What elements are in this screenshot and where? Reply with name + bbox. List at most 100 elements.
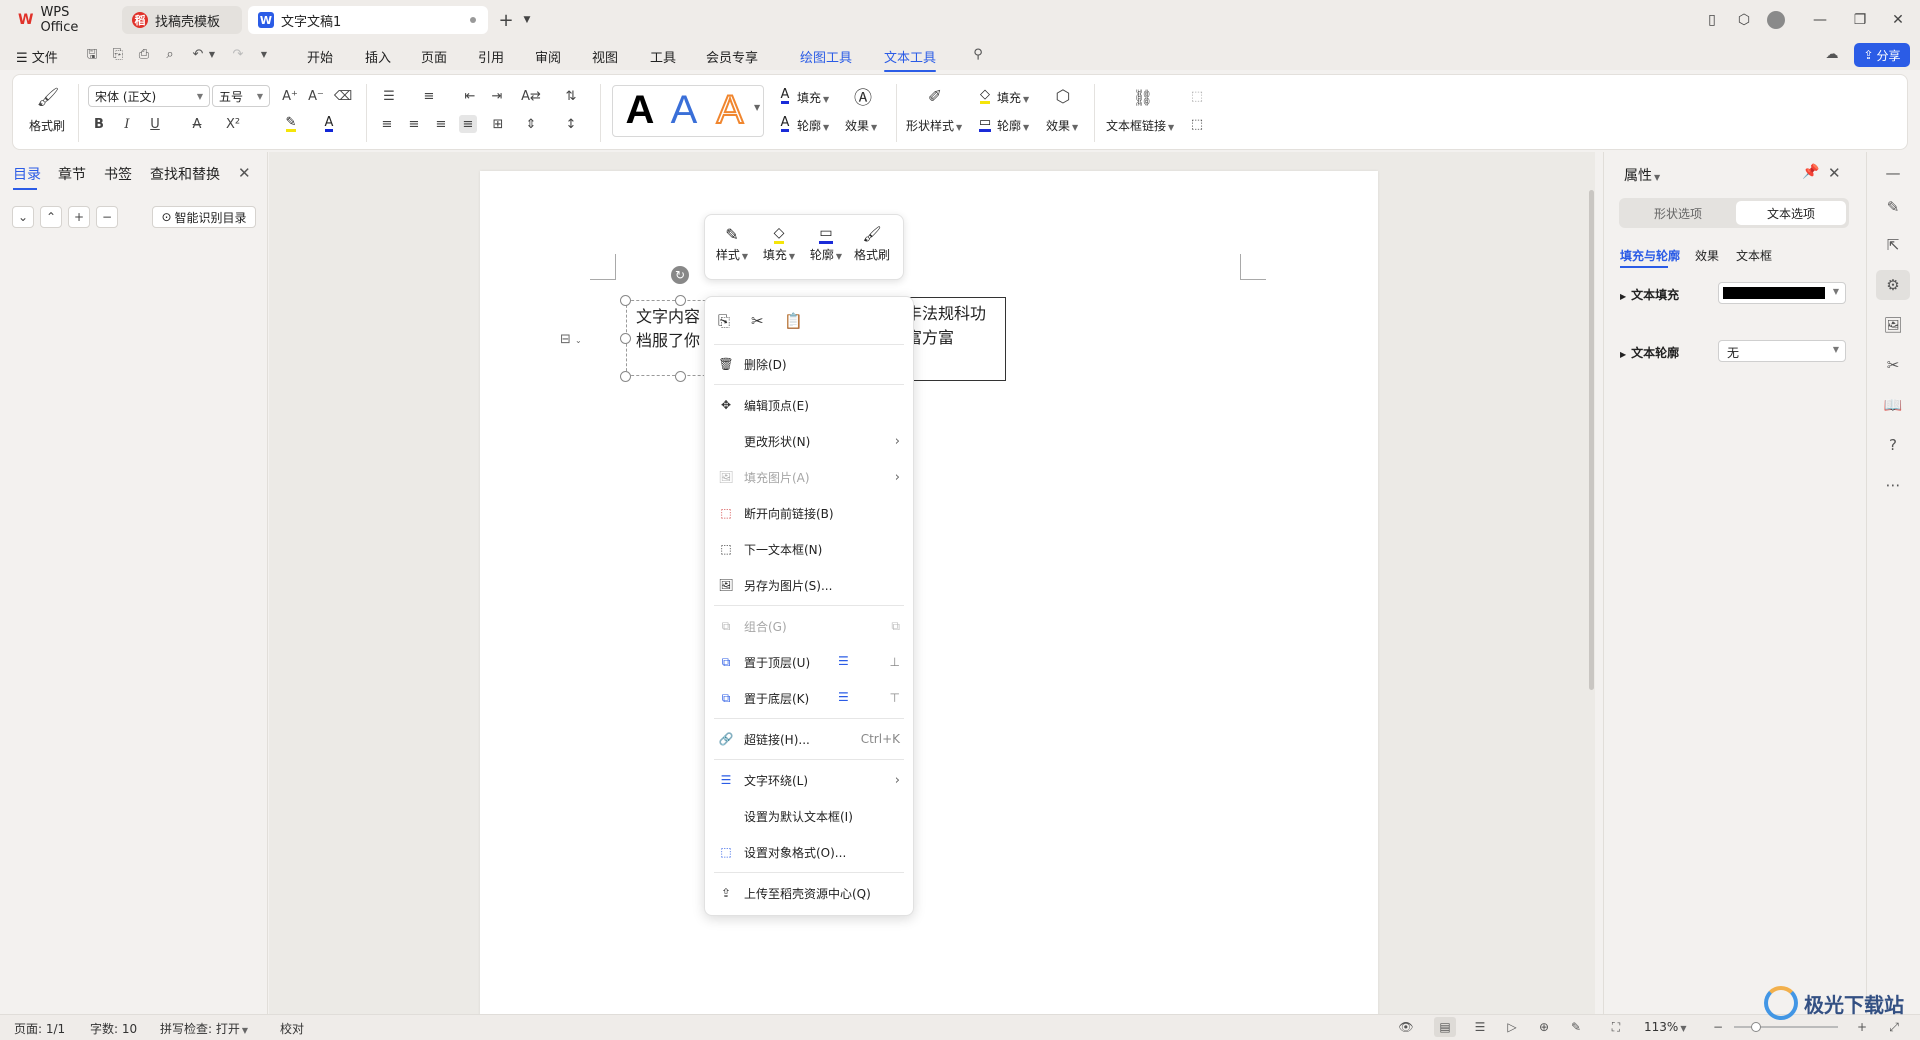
properties-icon[interactable]: ⚙ [1882, 274, 1904, 296]
minus-icon[interactable]: — [1882, 162, 1904, 184]
text-effect-label[interactable]: 效果 ▼ [845, 117, 877, 134]
menu-send-to-back[interactable]: ⧉ 置于底层(K) ☰ ⊤ [704, 684, 914, 712]
menu-set-default-textbox[interactable]: 设置为默认文本框(I) [704, 802, 914, 830]
shape-outline-icon[interactable]: ▭ [976, 115, 994, 133]
align-right-icon[interactable]: ≡ [432, 115, 450, 133]
resize-handle[interactable] [675, 371, 686, 382]
font-color-icon[interactable]: A [320, 115, 338, 133]
sort-icon[interactable]: ⇅ [562, 87, 580, 105]
tab-document[interactable]: W 文字文稿1 [248, 6, 488, 34]
distribute-icon[interactable]: ⊞ [489, 115, 507, 133]
page-count[interactable]: 页面: 1/1 [14, 1020, 65, 1037]
menu-insert[interactable]: 插入 [365, 47, 391, 66]
resize-handle[interactable] [620, 371, 631, 382]
collapse-button[interactable]: ⌄ [12, 206, 34, 228]
underline-icon[interactable]: U [146, 115, 164, 133]
text-outline-label[interactable]: 轮廓 ▼ [797, 117, 829, 134]
text-style-orange-outline[interactable]: A [710, 86, 750, 134]
spell-check[interactable]: 拼写检查: 打开 ▼ [160, 1020, 248, 1037]
decrease-indent-icon[interactable]: ⇤ [461, 87, 479, 105]
mini-outline-button[interactable]: ▭ 轮廓 ▼ [804, 222, 848, 263]
pen-icon[interactable]: ✎ [1882, 196, 1904, 218]
tab-find-replace[interactable]: 查找和替换 [150, 164, 220, 184]
tools-icon[interactable]: ✂ [1882, 354, 1904, 376]
chevron-down-icon[interactable]: ▼ [204, 47, 220, 63]
menu-delete[interactable]: 🗑 删除(D) [704, 350, 914, 378]
close-pane-icon[interactable]: ✕ [238, 164, 251, 182]
smart-toc-button[interactable]: ⊙ 智能识别目录 [152, 206, 256, 228]
subtab-fill-outline[interactable]: 填充与轮廓 [1620, 247, 1680, 264]
font-name-select[interactable]: 宋体 (正文) ▼ [88, 85, 210, 107]
cube-icon[interactable]: ⬡ [1734, 10, 1754, 30]
copy-icon[interactable]: ⎘ [718, 312, 738, 332]
chevron-down-icon[interactable]: ▼ [517, 10, 537, 30]
menu-break-link[interactable]: ⬚ 断开向前链接(B) [704, 499, 914, 527]
unsaved-dot-icon[interactable] [470, 17, 476, 23]
cloud-icon[interactable]: ☁ [1824, 47, 1840, 63]
scrollbar-thumb[interactable] [1589, 190, 1594, 690]
book-icon[interactable]: 📖 [1882, 394, 1904, 416]
tab-template[interactable]: 稻 找稿壳模板 [122, 6, 242, 34]
shape-effect-icon[interactable]: ⬡ [1052, 86, 1074, 108]
subtab-effect[interactable]: 效果 [1695, 247, 1719, 264]
justify-icon[interactable]: ≡ [459, 115, 477, 133]
fit-page-icon[interactable]: ⛶ [1608, 1019, 1624, 1035]
prev-textbox-icon[interactable]: ⬚ [1188, 87, 1206, 105]
new-tab-icon[interactable]: + [496, 10, 516, 31]
clear-format-icon[interactable]: ⌫ [334, 87, 352, 105]
file-menu[interactable]: ☰ 文件 [16, 47, 58, 66]
resize-handle[interactable] [620, 295, 631, 306]
vertical-scrollbar[interactable] [1588, 156, 1596, 1006]
close-window-icon[interactable]: ✕ [1888, 10, 1908, 30]
shape-style-icon[interactable]: ✐ [924, 86, 946, 108]
menu-hyperlink[interactable]: 🔗 超链接(H)... Ctrl+K [704, 725, 914, 753]
textbox-link-icon[interactable]: ⛓ [1132, 86, 1154, 108]
menu-review[interactable]: 审阅 [535, 47, 561, 66]
layout-options-icon[interactable]: ⊟ ⌄ [560, 332, 582, 347]
word-count[interactable]: 字数: 10 [90, 1020, 137, 1037]
link-icon[interactable]: ⎘ [110, 47, 126, 63]
menu-bring-to-front[interactable]: ⧉ 置于顶层(U) ☰ ⊥ [704, 648, 914, 676]
menu-reference[interactable]: 引用 [478, 47, 504, 66]
play-icon[interactable]: ▷ [1504, 1019, 1520, 1035]
share-button[interactable]: ⇪ 分享 [1854, 43, 1910, 67]
layout-icon[interactable]: ▯ [1702, 10, 1722, 30]
gallery-more-icon[interactable]: ▼ [754, 103, 760, 112]
avatar[interactable] [1766, 10, 1786, 30]
align-left-icon[interactable]: ≡ [378, 115, 396, 133]
search-icon[interactable]: ⚲ [970, 47, 986, 63]
zoom-slider[interactable] [1734, 1022, 1838, 1032]
text-style-blue[interactable]: A [664, 86, 704, 134]
menu-text-wrap[interactable]: ☰ 文字环绕(L) › [704, 766, 914, 794]
menu-format-object[interactable]: ⬚ 设置对象格式(O)... [704, 838, 914, 866]
menu-upload[interactable]: ⇪ 上传至稻壳资源中心(Q) [704, 879, 914, 907]
zoom-level[interactable]: 113% ▼ [1644, 1020, 1686, 1034]
tab-text-options[interactable]: 文本选项 [1736, 201, 1846, 225]
resize-handle[interactable] [620, 333, 631, 344]
numbered-list-icon[interactable]: ≡ [420, 87, 438, 105]
menu-view[interactable]: 视图 [592, 47, 618, 66]
increase-indent-icon[interactable]: ⇥ [488, 87, 506, 105]
send-backward-icon[interactable]: ☰ [838, 690, 849, 704]
menu-member[interactable]: 会员专享 [706, 47, 758, 66]
text-fill-row[interactable]: ▶ 文本填充 [1620, 286, 1679, 303]
redo-icon[interactable]: ↷ [230, 47, 246, 63]
bold-icon[interactable]: B [90, 115, 108, 133]
tab-wps-office[interactable]: W WPS Office [8, 5, 116, 35]
text-direction-icon[interactable]: A⇄ [521, 87, 541, 105]
next-textbox-icon[interactable]: ⬚ [1188, 115, 1206, 133]
text-style-black[interactable]: A [620, 86, 660, 134]
format-painter-icon[interactable]: 🖌 [37, 86, 60, 108]
eye-icon[interactable]: 👁 [1398, 1019, 1414, 1035]
rotate-handle-icon[interactable]: ↻ [671, 266, 689, 284]
bring-top-icon[interactable]: ⊥ [890, 655, 900, 669]
fullscreen-icon[interactable]: ⤢ [1886, 1019, 1902, 1035]
zoom-out-icon[interactable]: − [1710, 1019, 1726, 1035]
restore-icon[interactable]: ❐ [1850, 10, 1870, 30]
subtab-textbox[interactable]: 文本框 [1736, 247, 1772, 264]
proofread[interactable]: 校对 [280, 1020, 304, 1037]
menu-drawing-tools[interactable]: 绘图工具 [800, 47, 852, 66]
resize-handle[interactable] [675, 295, 686, 306]
text-fill-label[interactable]: 填充 ▼ [797, 89, 829, 106]
text-outline-select[interactable]: 无 ▼ [1718, 340, 1846, 362]
